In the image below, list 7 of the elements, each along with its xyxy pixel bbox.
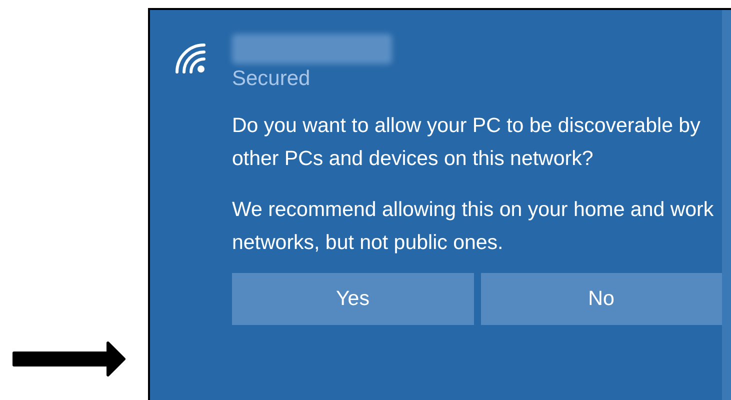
network-status: Secured: [232, 67, 312, 91]
prompt-message: We recommend allowing this on your home and work networks, but not public ones.: [232, 197, 715, 256]
wifi-icon: [174, 42, 206, 74]
arrow-icon: [10, 340, 126, 378]
yes-button[interactable]: Yes: [232, 273, 474, 325]
prompt-message: Do you want to allow your PC to be discoverable by other PCs and devices on this network?: [232, 113, 702, 172]
no-button[interactable]: No: [480, 273, 722, 325]
